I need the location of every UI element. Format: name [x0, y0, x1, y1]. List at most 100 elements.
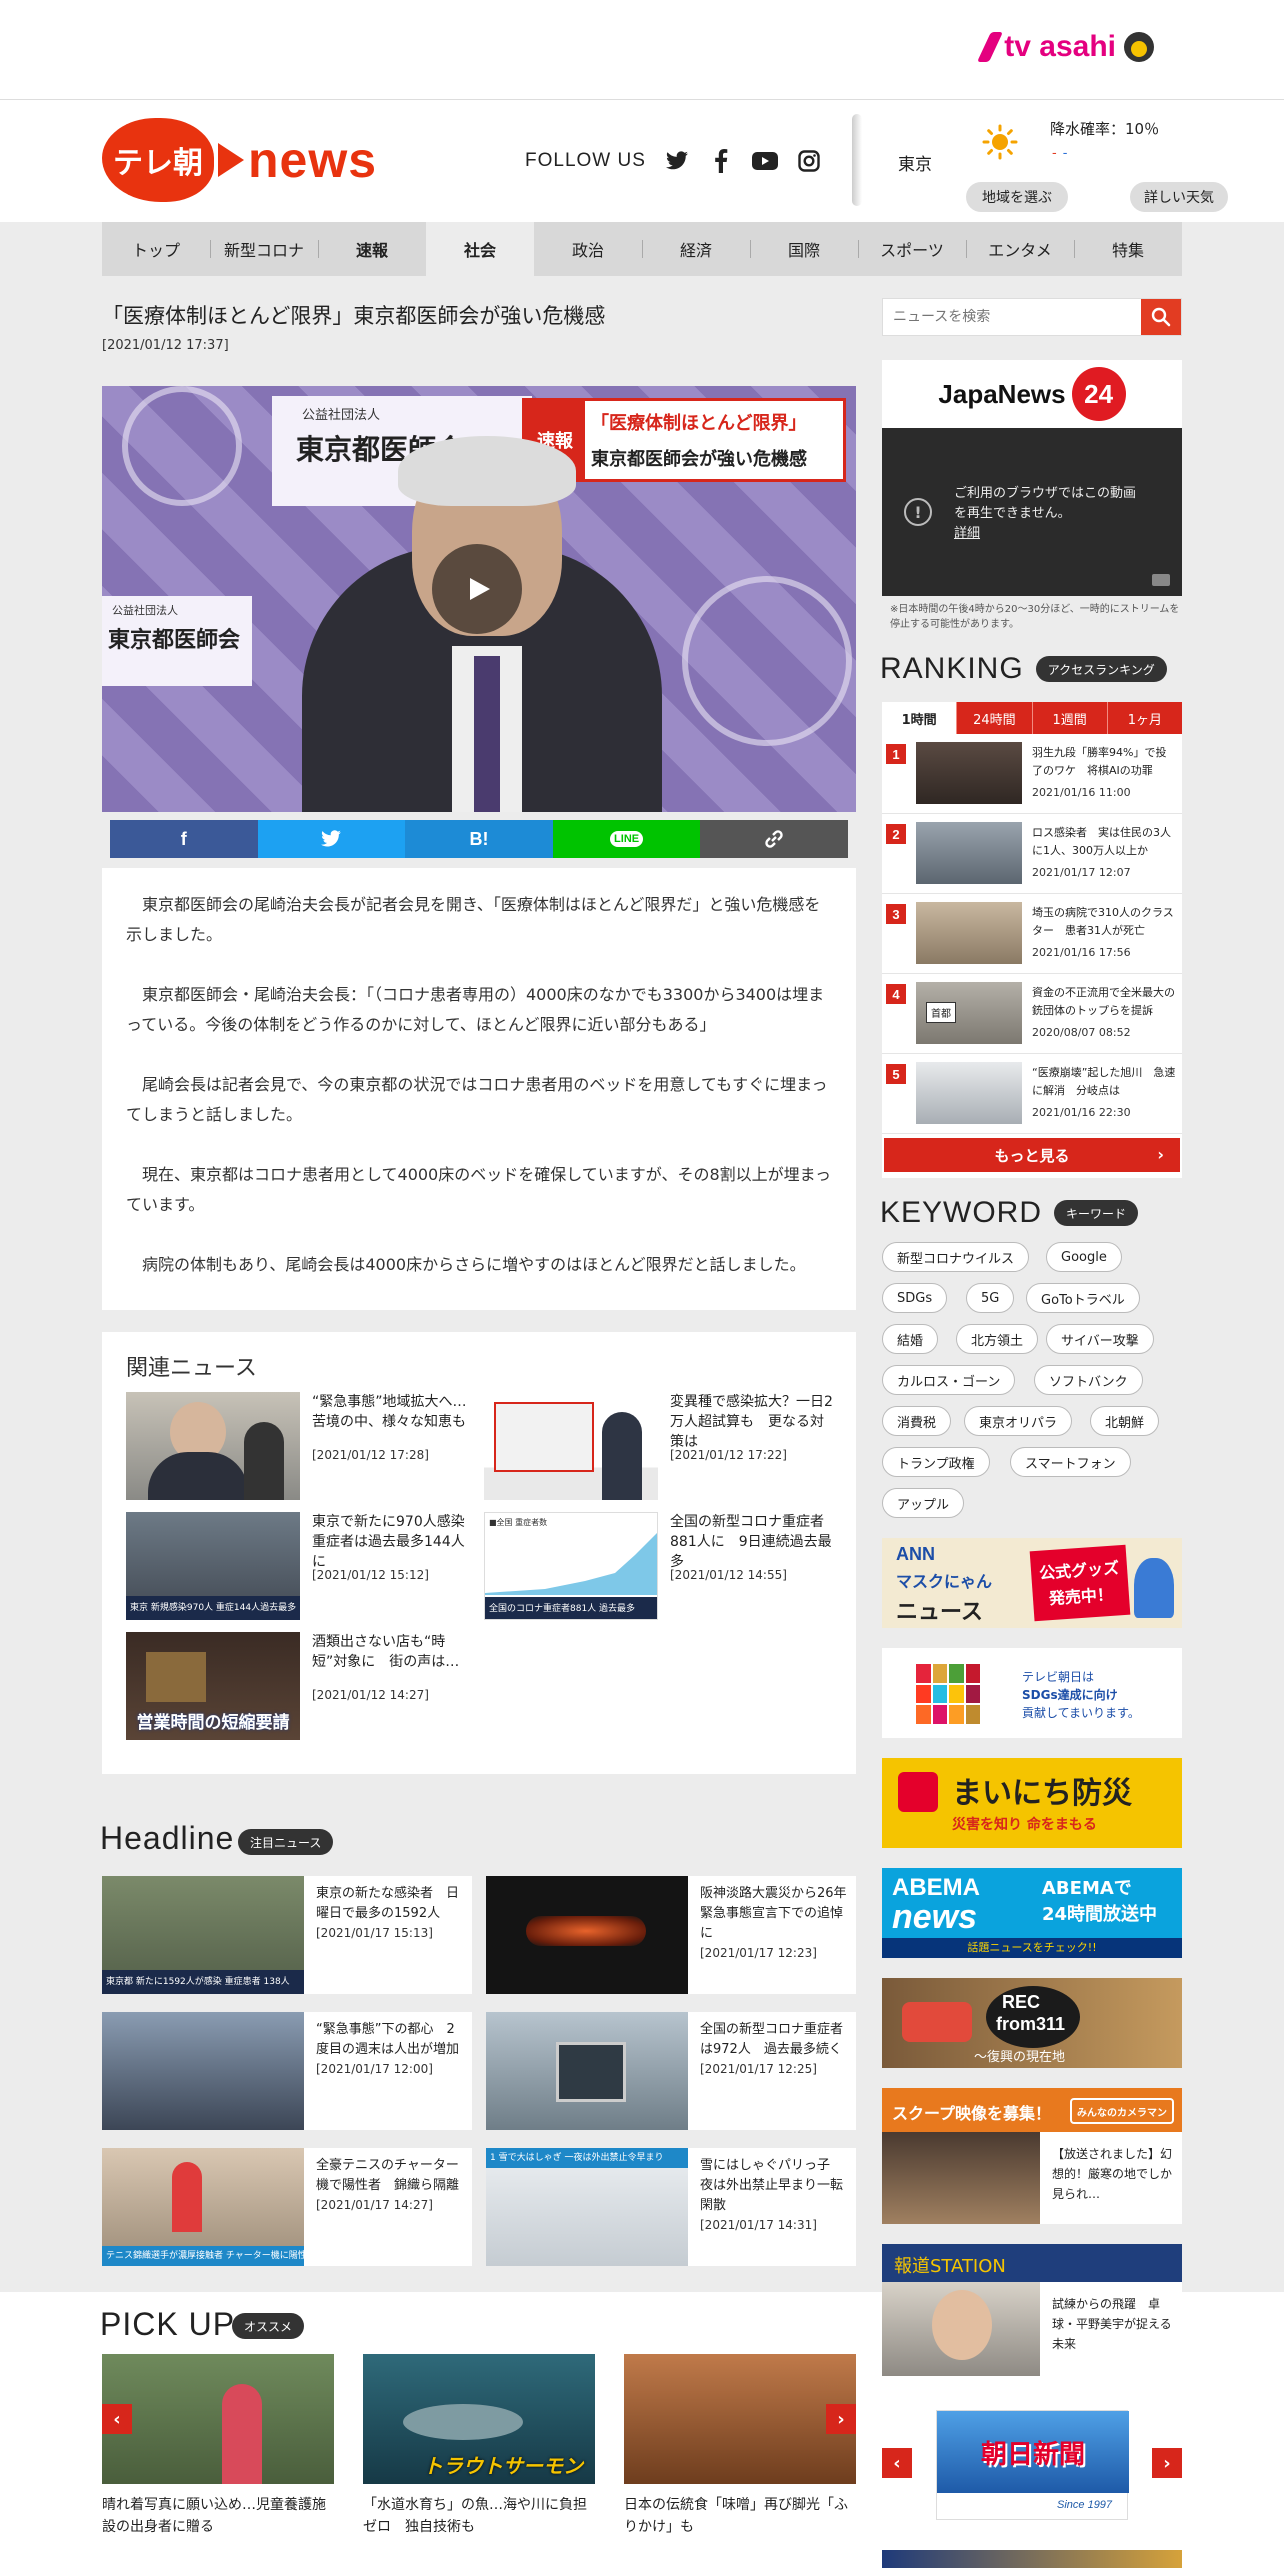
keyword-tag[interactable]: 結婚 [882, 1324, 939, 1354]
video-error-detail-link[interactable]: 詳細 [954, 524, 1136, 544]
nav-sports[interactable]: スポーツ [858, 222, 966, 276]
share-hatena-button[interactable]: B! [405, 820, 553, 858]
nav-politics[interactable]: 政治 [534, 222, 642, 276]
headline-item[interactable]: 阪神淡路大震災から26年 緊急事態宣言下での追悼に [2021/01/17 12… [486, 1876, 860, 1994]
ranking-item[interactable]: 2 ロス感染者 実は住民の3人に1人、300万人以上か 2021/01/17 1… [882, 814, 1182, 894]
headline-item[interactable]: 1 雪で大はしゃぎ 一夜は外出禁止令早まり 雪にはしゃぐパリっ子 夜は外出禁止早… [486, 2148, 856, 2266]
station-title: 報道STATION [894, 2256, 1006, 2277]
nav-top[interactable]: トップ [102, 222, 210, 276]
sdgs-banner[interactable]: テレビ朝日は SDGs達成に向け 貢献してまいります。 [882, 1648, 1182, 1738]
abema-news-banner[interactable]: ABEMA news ABEMAで 24時間放送中 話題ニュースをチェック!! [882, 1868, 1182, 1958]
related-item[interactable]: “緊急事態”地域拡大へ…苦境の中、様々な知恵も [2021/01/12 17:2… [126, 1392, 476, 1500]
japanews24-player[interactable]: JapaNews 24 ! ご利用のブラウザではこの動画 を再生できません。 詳… [882, 360, 1182, 596]
nav-corona[interactable]: 新型コロナ [210, 222, 318, 276]
nav-economy[interactable]: 経済 [642, 222, 750, 276]
ann-mask-nyan-banner[interactable]: ANN マスクにゃん ニュース 公式グッズ 発売中！ [882, 1538, 1182, 1628]
site-logo[interactable]: テレ朝 news [102, 118, 377, 202]
keyword-tag[interactable]: トランプ政権 [882, 1447, 990, 1477]
ranking-item-date: 2021/01/16 17:56 [1032, 946, 1131, 959]
search-input[interactable] [893, 307, 1133, 327]
ranking-item[interactable]: 5 “医療崩壊”起した旭川 急速に解消 分岐点は 2021/01/16 22:3… [882, 1054, 1182, 1134]
headline-item[interactable]: “緊急事態”下の都心 2度目の週末は人出が増加 [2021/01/17 12:0… [102, 2012, 472, 2130]
related-item[interactable]: ■全国 重症者数 全国のコロナ重症者881人 過去最多 全国の新型コロナ重症者8… [484, 1512, 834, 1620]
keyword-tag[interactable]: 5G [966, 1283, 1015, 1313]
keyword-tag[interactable]: サイバー攻撃 [1046, 1324, 1154, 1354]
keyword-tag[interactable]: ソフトバンク [1034, 1365, 1143, 1395]
weather-detail-button[interactable]: 詳しい天気 [1130, 182, 1228, 212]
keyword-tag[interactable]: SDGs [882, 1283, 948, 1313]
promo-banner[interactable]: 朝日新聞 Since 1997 [936, 2410, 1129, 2520]
rec-from311-banner[interactable]: REC from311 ～復興の現在地 [882, 1978, 1182, 2068]
keyword-tag[interactable]: カルロス・ゴーン [882, 1365, 1016, 1395]
pickup-next-arrow-icon[interactable]: › [826, 2404, 856, 2434]
cat-mascot-icon [1134, 1558, 1174, 1618]
station-header: 報道STATION [882, 2244, 1182, 2282]
keyword-tag[interactable]: 新型コロナウイルス [882, 1242, 1030, 1272]
headline-item-title: 東京の新たな感染者 日曜日で最多の1592人 [316, 1886, 460, 1921]
related-thumbnail: 営業時間の短縮要請 [126, 1632, 300, 1740]
ranking-item[interactable]: 3 埼玉の病院で310人のクラスター 患者31人が死亡 2021/01/16 1… [882, 894, 1182, 974]
copy-link-button[interactable] [700, 820, 848, 858]
nav-breaking[interactable]: 速報 [318, 222, 426, 276]
headline-item[interactable]: 東京都 新たに1592人が感染 重症患者 138人 東京の新たな感染者 日曜日で… [102, 1876, 472, 1994]
keyword-tag[interactable]: 東京オリパラ [964, 1406, 1073, 1436]
ranking-item-date: 2021/01/16 11:00 [1032, 786, 1131, 799]
pickup-prev-arrow-icon[interactable]: ‹ [102, 2404, 132, 2434]
ranking-list: 1 羽生九段「勝率94%」で投了のワケ 将棋AIの功罪 2021/01/16 1… [882, 734, 1182, 1178]
from311-text: from311 [996, 2014, 1066, 2034]
official-goods-badge: 公式グッズ 発売中！ [1029, 1544, 1131, 1622]
bousai-banner[interactable]: まいにち防災 災害を知り 命をまもる [882, 1758, 1182, 1848]
ranking-more-button[interactable]: もっと見る › [884, 1138, 1180, 1172]
sign-org-text-2: 東京都医師会 [108, 628, 241, 653]
video-player[interactable]: 公益社団法人 東京都医師会 公益社団法人 東京都医師会 速報 「医療体制ほとんど… [102, 386, 856, 812]
houdou-station-banner[interactable]: 報道STATION 試練からの飛躍 卓球・平野美宇が捉える未来 [882, 2244, 1182, 2376]
keyword-tag[interactable]: GoToトラベル [1026, 1283, 1140, 1313]
related-item[interactable]: 営業時間の短縮要請 酒類出さない店も“時短”対象に 街の声は… [2021/01… [126, 1632, 476, 1740]
share-line-button[interactable]: LINE [552, 820, 701, 858]
keyword-tag[interactable]: 北方領土 [956, 1324, 1039, 1354]
banner-next-arrow-icon[interactable]: › [1152, 2448, 1182, 2478]
tab-24-hours[interactable]: 24時間 [956, 702, 1031, 734]
related-item[interactable]: 変異種で感染拡大？一日2万人超試算も 更なる対策は [2021/01/12 17… [484, 1392, 834, 1500]
headline-item[interactable]: テニス錦織選手が濃厚接触者 チャーター機に陽性者 全豪テニスのチャーター機で陽性… [102, 2148, 472, 2266]
play-button[interactable] [432, 544, 522, 634]
region-select-button[interactable]: 地域を選ぶ [966, 182, 1068, 212]
keyword-tag[interactable]: 北朝鮮 [1090, 1406, 1160, 1436]
ranking-thumbnail [916, 902, 1022, 964]
ranking-item[interactable]: 1 羽生九段「勝率94%」で投了のワケ 将棋AIの功罪 2021/01/16 1… [882, 734, 1182, 814]
pickup-item[interactable]: 晴れ着写真に願い込め…児童養護施設の出身者に贈る [102, 2354, 334, 2544]
tv-asahi-logo[interactable]: tv asahi [977, 30, 1154, 64]
facebook-icon[interactable] [708, 148, 734, 174]
sdgs-logo-icon [916, 1664, 980, 1724]
ranking-item-title: 埼玉の病院で310人のクラスター 患者31人が死亡 [1032, 906, 1174, 937]
ranking-item[interactable]: 4 首都 資金の不正流用で全米最大の銃団体のトップらを提訴 2020/08/07… [882, 974, 1182, 1054]
youtube-icon[interactable] [751, 148, 778, 174]
share-twitter-button[interactable] [257, 820, 406, 858]
article-paragraph: 東京都医師会の尾崎治夫会長が記者会見を開き、「医療体制はほとんど限界だ」と強い危… [126, 895, 821, 944]
article-paragraph: 現在、東京都はコロナ患者用として4000床のベッドを確保していますが、その8割以… [126, 1165, 831, 1214]
ranking-thumbnail [916, 1062, 1022, 1124]
headline-item[interactable]: 全国の新型コロナ重症者は972人 過去最多続く [2021/01/17 12:2… [486, 2012, 856, 2130]
tab-1-week[interactable]: 1週間 [1031, 702, 1107, 734]
pickup-item[interactable]: トラウトサーモン 「水道水育ち」の魚…海や川に負担ゼロ 独自技術も [363, 2354, 595, 2544]
related-item[interactable]: 東京 新規感染970人 重症144人過去最多 東京で新たに970人感染 重症者は… [126, 1512, 479, 1620]
nav-features[interactable]: 特集 [1074, 222, 1182, 276]
nav-entertainment[interactable]: エンタメ [966, 222, 1074, 276]
pickup-item[interactable]: 日本の伝統食「味噌」再び脚光「ふりかけ」も [624, 2354, 856, 2544]
share-facebook-button[interactable]: f [110, 820, 258, 858]
search-button[interactable] [1141, 299, 1181, 335]
ann-text: ANN [896, 1544, 935, 1564]
twitter-icon[interactable] [664, 148, 690, 174]
keyword-tag[interactable]: Google [1046, 1242, 1122, 1272]
keyword-tag[interactable]: アップル [882, 1488, 965, 1518]
headline-item-date: [2021/01/17 15:13] [316, 1926, 433, 1940]
tab-1-month[interactable]: 1ヶ月 [1106, 702, 1182, 734]
banner-prev-arrow-icon[interactable]: ‹ [882, 2448, 912, 2478]
keyword-tag[interactable]: スマートフォン [1010, 1447, 1131, 1477]
nav-international[interactable]: 国際 [750, 222, 858, 276]
scoop-video-banner[interactable]: スクープ映像を募集！ みんなのカメラマン 【放送されました】幻想的！厳寒の地でし… [882, 2088, 1182, 2224]
nav-society[interactable]: 社会 [426, 222, 534, 276]
instagram-icon[interactable] [796, 148, 822, 174]
tab-1-hour[interactable]: 1時間 [882, 702, 957, 734]
keyword-tag[interactable]: 消費税 [882, 1406, 952, 1436]
